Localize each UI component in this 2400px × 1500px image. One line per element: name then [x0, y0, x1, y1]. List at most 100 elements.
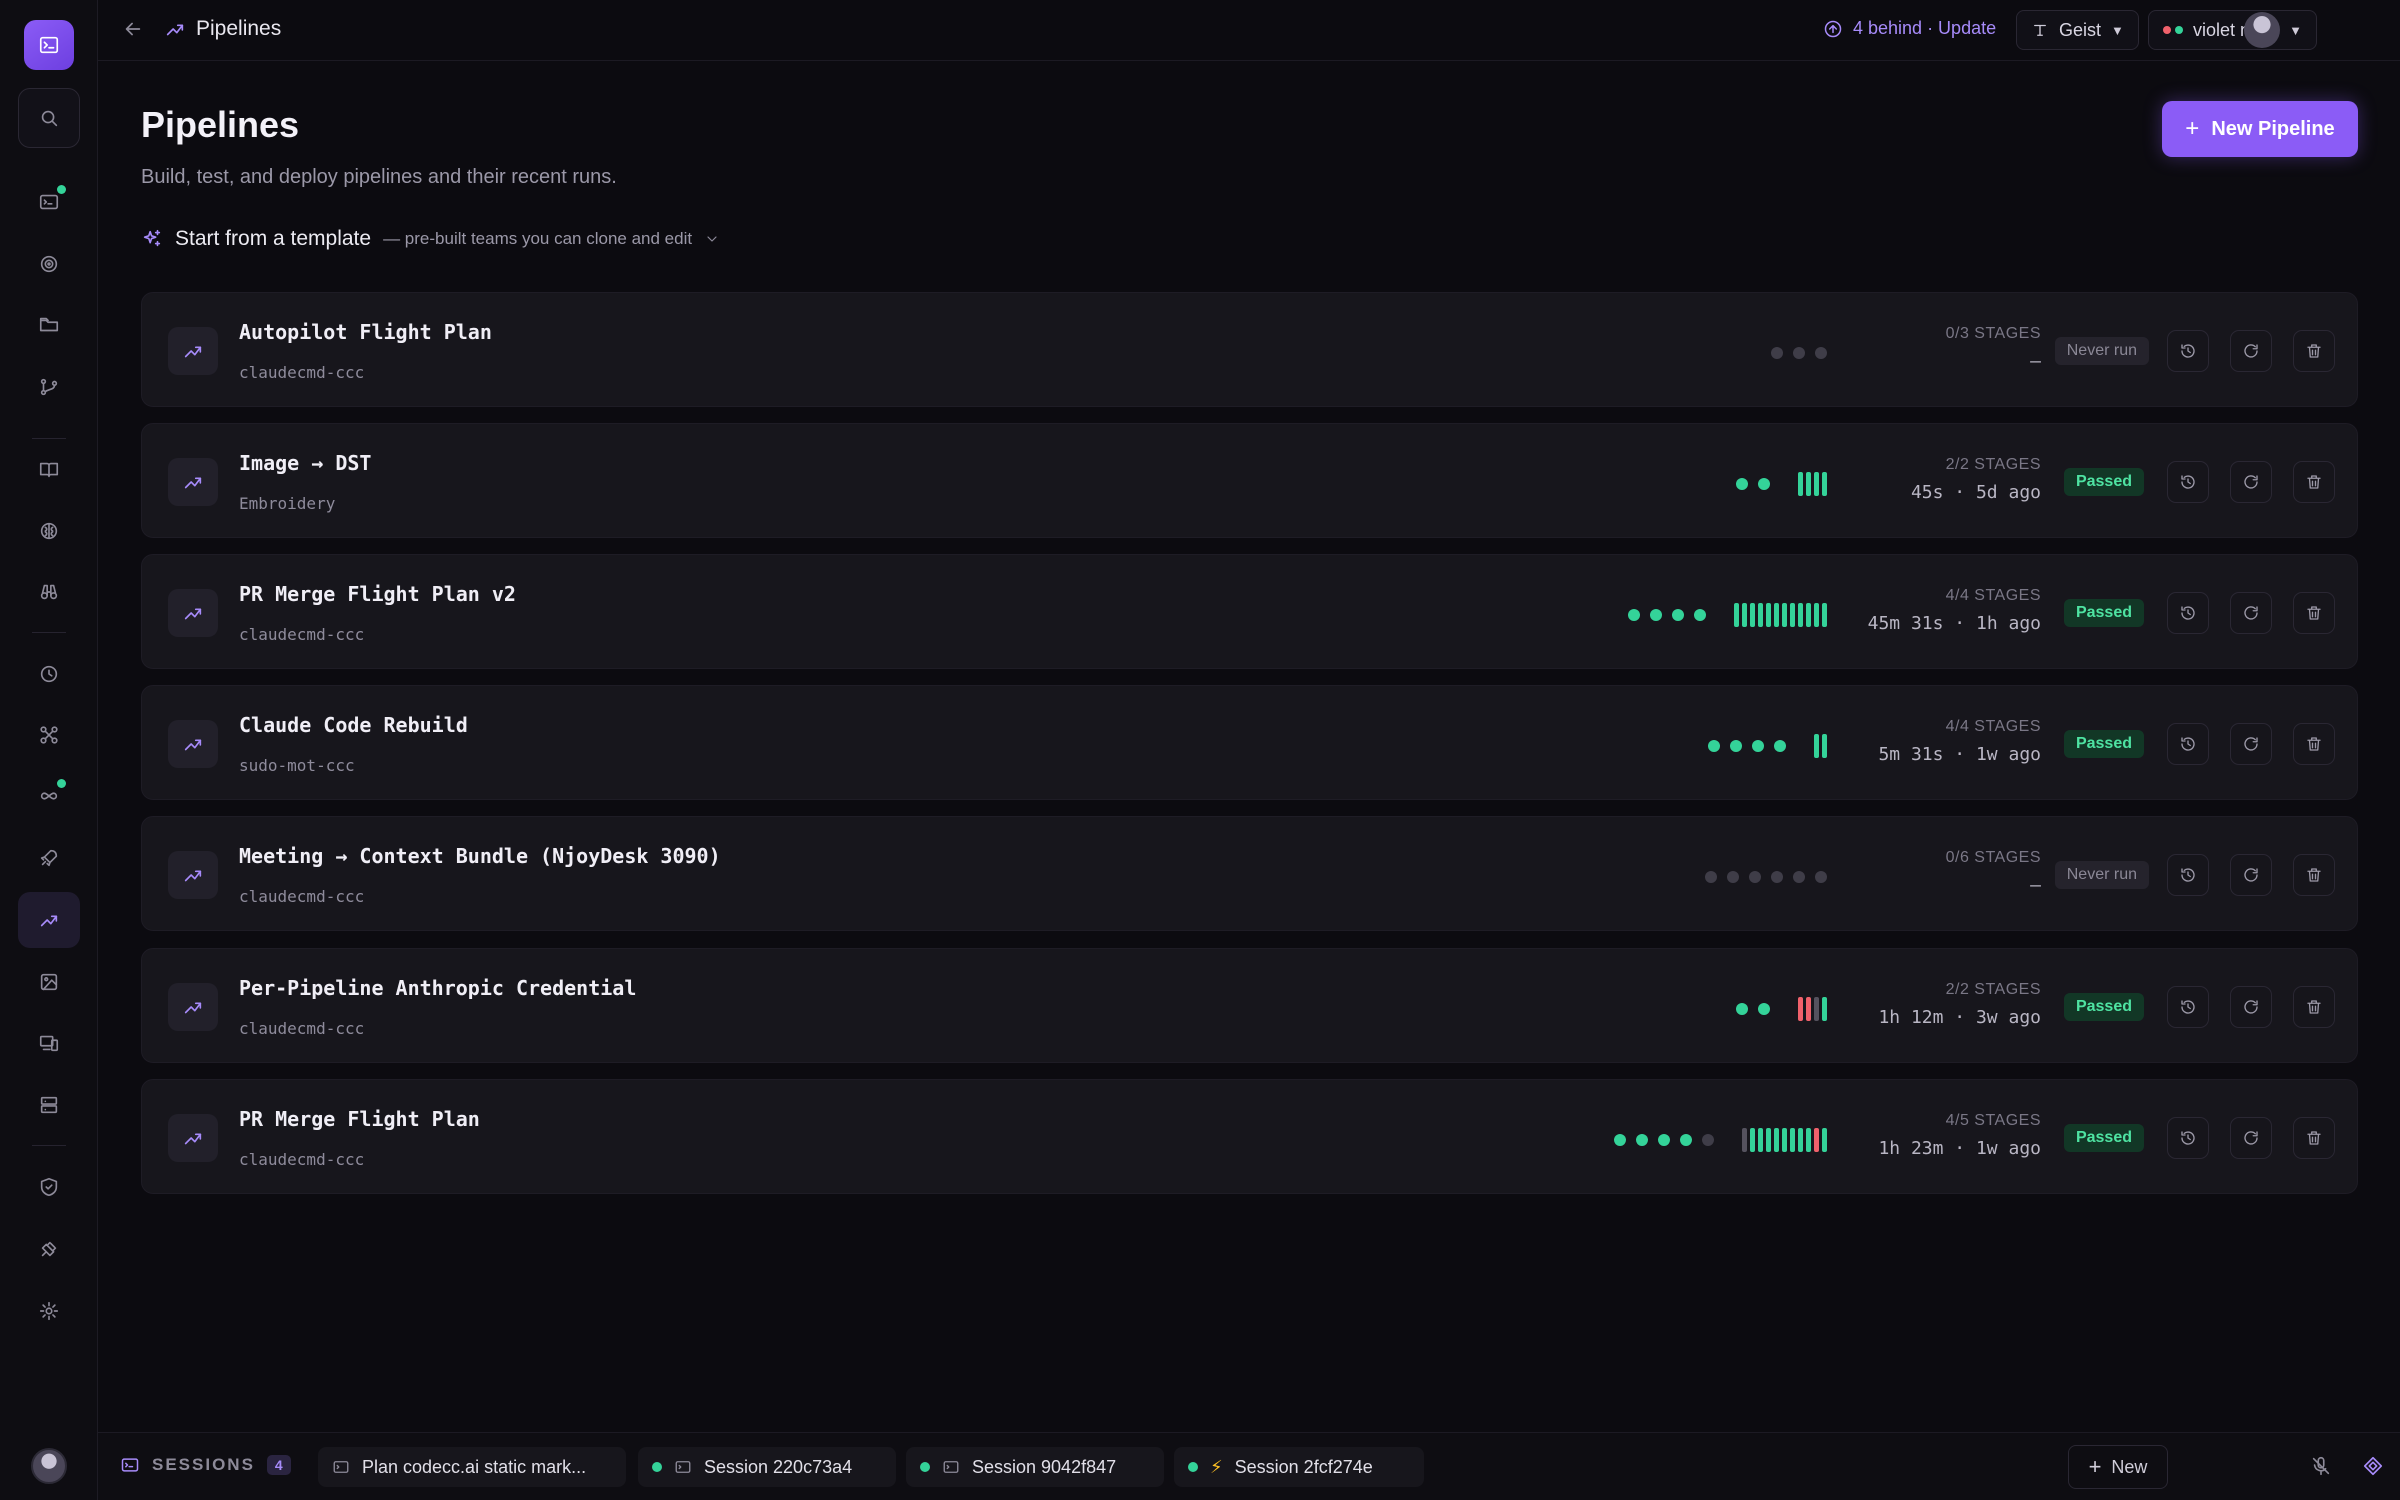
history-button[interactable] — [2167, 330, 2209, 372]
run-bar[interactable] — [1742, 603, 1747, 627]
sessions-label[interactable]: SESSIONS 4 — [120, 1455, 291, 1475]
sidebar-search-button[interactable] — [18, 88, 80, 148]
history-button[interactable] — [2167, 854, 2209, 896]
assistant-button[interactable] — [2362, 1455, 2384, 1482]
run-bar[interactable] — [1742, 1128, 1747, 1152]
sidebar-item-history[interactable] — [18, 646, 80, 702]
run-bar[interactable] — [1758, 603, 1763, 627]
back-button[interactable] — [122, 18, 144, 45]
run-bar[interactable] — [1806, 472, 1811, 496]
session-tab[interactable]: Session 220c73a4 — [638, 1447, 896, 1487]
rerun-button[interactable] — [2230, 854, 2272, 896]
sidebar-item-explore[interactable] — [18, 564, 80, 620]
history-button[interactable] — [2167, 986, 2209, 1028]
run-bar[interactable] — [1750, 603, 1755, 627]
run-bar[interactable] — [1758, 1128, 1763, 1152]
pipeline-row[interactable]: Image → DST Embroidery 2/2 STAGES 45s · 5d … — [141, 423, 2358, 538]
run-bar[interactable] — [1782, 1128, 1787, 1152]
rerun-button[interactable] — [2230, 986, 2272, 1028]
pipeline-name[interactable]: Meeting → Context Bundle (NjoyDesk 3090) — [239, 844, 721, 868]
sidebar-item-security[interactable] — [18, 1159, 80, 1215]
delete-button[interactable] — [2293, 592, 2335, 634]
pipeline-row[interactable]: Claude Code Rebuild sudo-mot-ccc 4/4 STAGE… — [141, 685, 2358, 800]
run-bar[interactable] — [1798, 472, 1803, 496]
history-button[interactable] — [2167, 723, 2209, 765]
run-bar[interactable] — [1806, 997, 1811, 1021]
pipeline-row[interactable]: PR Merge Flight Plan v2 claudecmd-ccc 4/4 … — [141, 554, 2358, 669]
sidebar-item-storage[interactable] — [18, 1077, 80, 1133]
run-bar[interactable] — [1766, 1128, 1771, 1152]
sidebar-item-settings[interactable] — [18, 1283, 80, 1339]
pipeline-row[interactable]: Per-Pipeline Anthropic Credential claudec… — [141, 948, 2358, 1063]
new-pipeline-button[interactable]: + New Pipeline — [2162, 101, 2358, 157]
delete-button[interactable] — [2293, 723, 2335, 765]
sidebar-item-pipelines[interactable] — [18, 892, 80, 948]
history-button[interactable] — [2167, 1117, 2209, 1159]
run-bar[interactable] — [1822, 603, 1827, 627]
rerun-button[interactable] — [2230, 461, 2272, 503]
delete-button[interactable] — [2293, 854, 2335, 896]
pipeline-name[interactable]: Claude Code Rebuild — [239, 713, 468, 737]
new-session-button[interactable]: + New — [2068, 1445, 2168, 1489]
run-bar[interactable] — [1790, 1128, 1795, 1152]
run-bar[interactable] — [1782, 603, 1787, 627]
run-bar[interactable] — [1822, 1128, 1827, 1152]
sidebar-item-images[interactable] — [18, 954, 80, 1010]
sidebar-item-brain[interactable] — [18, 503, 80, 559]
rerun-button[interactable] — [2230, 330, 2272, 372]
user-avatar[interactable] — [31, 1448, 67, 1484]
pipeline-name[interactable]: Autopilot Flight Plan — [239, 320, 492, 344]
run-bar[interactable] — [1766, 603, 1771, 627]
session-tab[interactable]: Plan codecc.ai static mark... — [318, 1447, 626, 1487]
delete-button[interactable] — [2293, 461, 2335, 503]
sidebar-item-docs[interactable] — [18, 442, 80, 498]
session-tab[interactable]: ⚡ Session 2fcf274e — [1174, 1447, 1424, 1487]
rerun-button[interactable] — [2230, 592, 2272, 634]
sidebar-item-goals[interactable] — [18, 236, 80, 292]
run-bar[interactable] — [1822, 472, 1827, 496]
history-button[interactable] — [2167, 592, 2209, 634]
run-bar[interactable] — [1814, 472, 1819, 496]
sidebar-item-terminal[interactable] — [18, 174, 80, 230]
sidebar-item-agents[interactable] — [18, 707, 80, 763]
app-logo[interactable] — [24, 20, 74, 70]
sidebar-item-loops[interactable] — [18, 768, 80, 824]
rerun-button[interactable] — [2230, 723, 2272, 765]
update-link[interactable]: 4 behind · Update — [1823, 18, 1996, 39]
run-bar[interactable] — [1814, 997, 1819, 1021]
run-bar[interactable] — [1798, 1128, 1803, 1152]
font-select[interactable]: Geist ▼ — [2016, 10, 2139, 50]
run-bar[interactable] — [1774, 603, 1779, 627]
session-tab[interactable]: Session 9042f847 — [906, 1447, 1164, 1487]
pipeline-name[interactable]: Image → DST — [239, 451, 371, 475]
run-bar[interactable] — [1790, 603, 1795, 627]
run-bar[interactable] — [1806, 603, 1811, 627]
run-bar[interactable] — [1750, 1128, 1755, 1152]
pipeline-row[interactable]: PR Merge Flight Plan claudecmd-ccc 4/5 STA… — [141, 1079, 2358, 1194]
run-bar[interactable] — [1798, 997, 1803, 1021]
run-bar[interactable] — [1814, 734, 1819, 758]
pipeline-name[interactable]: Per-Pipeline Anthropic Credential — [239, 976, 636, 1000]
delete-button[interactable] — [2293, 1117, 2335, 1159]
template-toggle[interactable]: Start from a template — pre-built teams … — [141, 227, 720, 251]
sidebar-item-git[interactable] — [18, 359, 80, 415]
delete-button[interactable] — [2293, 330, 2335, 372]
rerun-button[interactable] — [2230, 1117, 2272, 1159]
run-bar[interactable] — [1822, 997, 1827, 1021]
history-button[interactable] — [2167, 461, 2209, 503]
sidebar-item-plugins[interactable] — [18, 1221, 80, 1277]
run-bar[interactable] — [1806, 1128, 1811, 1152]
pipeline-name[interactable]: PR Merge Flight Plan v2 — [239, 582, 516, 606]
profile-avatar[interactable] — [2244, 12, 2280, 48]
delete-button[interactable] — [2293, 986, 2335, 1028]
sidebar-item-projects[interactable] — [18, 297, 80, 353]
pipeline-row[interactable]: Autopilot Flight Plan claudecmd-ccc 0/3 ST… — [141, 292, 2358, 407]
theme-select[interactable]: violet night ▼ — [2148, 10, 2317, 50]
sidebar-item-deploy[interactable] — [18, 830, 80, 886]
run-bar[interactable] — [1798, 603, 1803, 627]
sidebar-item-devices[interactable] — [18, 1015, 80, 1071]
run-bar[interactable] — [1734, 603, 1739, 627]
pipeline-name[interactable]: PR Merge Flight Plan — [239, 1107, 480, 1131]
pipeline-row[interactable]: Meeting → Context Bundle (NjoyDesk 3090)… — [141, 816, 2358, 931]
mic-off-button[interactable] — [2310, 1455, 2332, 1482]
